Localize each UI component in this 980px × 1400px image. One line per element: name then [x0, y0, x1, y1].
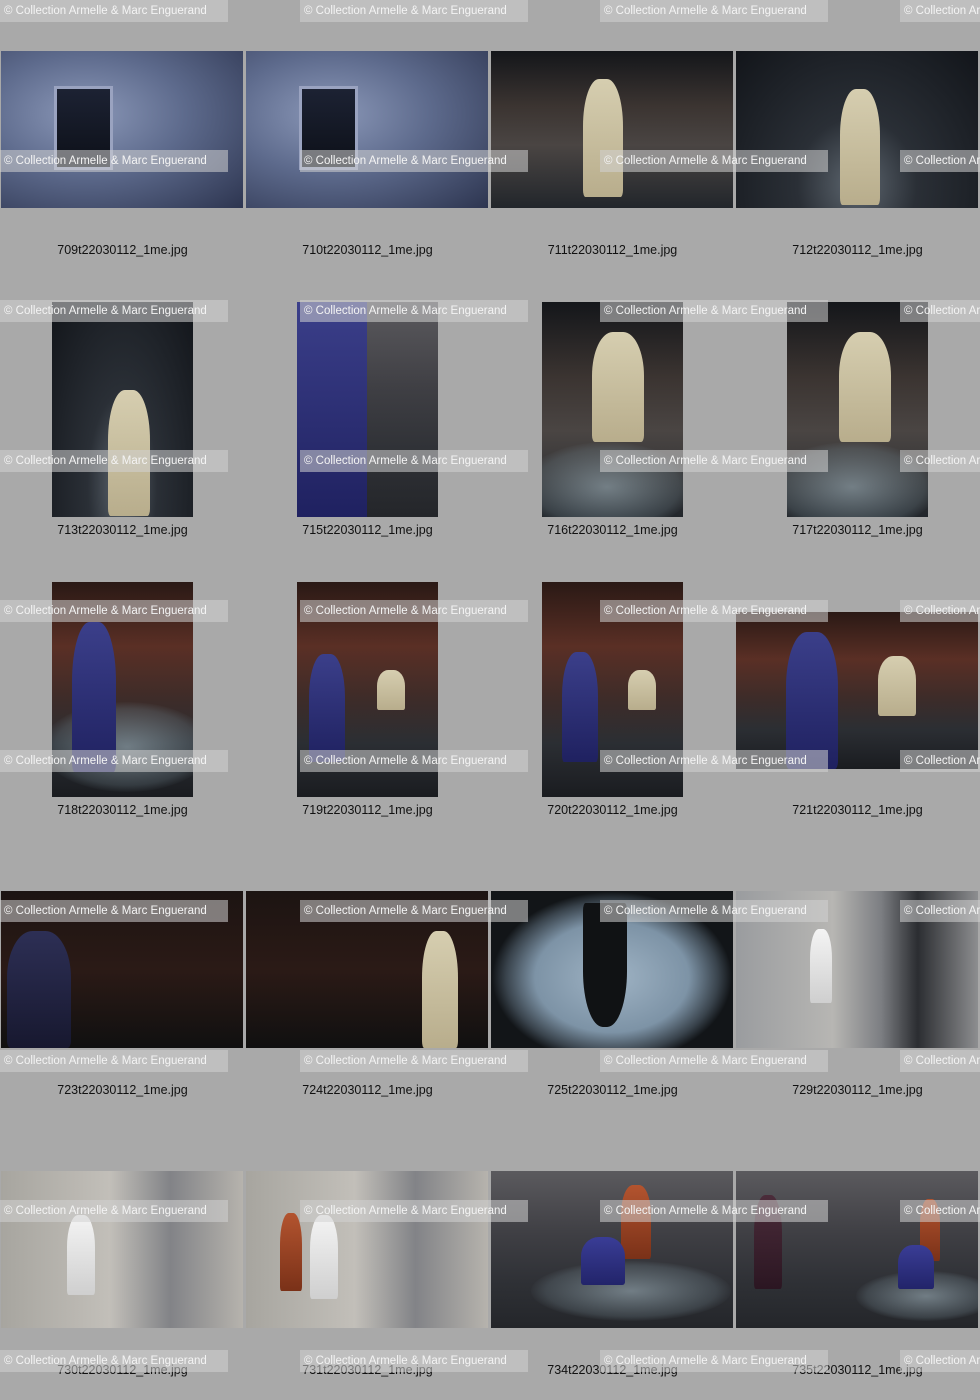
actor-figure	[839, 332, 891, 442]
filename-label: 710t22030112_1me.jpg	[302, 243, 433, 257]
actor-figure	[583, 79, 623, 197]
filename-label: 734t22030112_1me.jpg	[547, 1363, 678, 1377]
watermark-label: © Collection Armelle & Marc Enguerand	[900, 0, 980, 22]
filename-label: 735t22030112_1me.jpg	[792, 1363, 923, 1377]
thumbnail-711[interactable]	[491, 51, 733, 208]
filename-label: 730t22030112_1me.jpg	[57, 1363, 188, 1377]
filename-label: 713t22030112_1me.jpg	[57, 523, 188, 537]
robe-figure	[7, 931, 71, 1048]
thumbnail-723[interactable]	[1, 891, 243, 1048]
filename-label: 711t22030112_1me.jpg	[547, 243, 678, 257]
thumbnail-734[interactable]	[491, 1171, 733, 1328]
thumbnail-715[interactable]	[297, 302, 438, 517]
thumbnail-717[interactable]	[787, 302, 928, 517]
actor-figure	[621, 1185, 651, 1259]
robe-figure	[297, 302, 367, 517]
spotlight	[531, 1261, 731, 1321]
watermark-label: © Collection Armelle & Marc Enguerand	[0, 0, 228, 22]
filename-label: 718t22030112_1me.jpg	[57, 803, 188, 817]
spotlight	[542, 442, 683, 517]
filename-label: 725t22030112_1me.jpg	[547, 1083, 678, 1097]
actor-figure	[810, 929, 832, 1003]
actor-figure	[108, 390, 150, 516]
watermark-label: © Collection Armelle & Marc Enguerand	[0, 1050, 228, 1072]
thumbnail-712[interactable]	[736, 51, 978, 208]
filename-label: 712t22030112_1me.jpg	[792, 243, 923, 257]
filename-label: 709t22030112_1me.jpg	[57, 243, 188, 257]
thumbnail-725[interactable]	[491, 891, 733, 1048]
watermark-label: © Collection Armelle & Marc Enguerand	[600, 0, 828, 22]
thumbnail-721[interactable]	[736, 612, 978, 769]
spotlight	[787, 442, 928, 517]
filename-label: 724t22030112_1me.jpg	[302, 1083, 433, 1097]
actor-figure	[898, 1245, 934, 1289]
thumbnail-724[interactable]	[246, 891, 488, 1048]
actor-figure	[422, 931, 458, 1048]
filename-label: 716t22030112_1me.jpg	[547, 523, 678, 537]
filename-label: 723t22030112_1me.jpg	[57, 1083, 188, 1097]
actor-figure	[310, 1215, 338, 1299]
actor-figure	[581, 1237, 625, 1285]
thumbnail-709[interactable]	[1, 51, 243, 208]
filename-label: 719t22030112_1me.jpg	[302, 803, 433, 817]
filename-label: 717t22030112_1me.jpg	[792, 523, 923, 537]
thumbnail-731[interactable]	[246, 1171, 488, 1328]
thumbnail-716[interactable]	[542, 302, 683, 517]
actor-figure	[67, 1215, 95, 1295]
thumbnail-710[interactable]	[246, 51, 488, 208]
filename-label: 729t22030112_1me.jpg	[792, 1083, 923, 1097]
thumbnail-729[interactable]	[736, 891, 978, 1048]
robe-figure	[786, 632, 838, 769]
actor-figure	[280, 1213, 302, 1291]
thumbnail-713[interactable]	[52, 302, 193, 517]
filename-label: 731t22030112_1me.jpg	[302, 1363, 433, 1377]
actor-figure	[754, 1195, 782, 1289]
actor-figure	[878, 656, 916, 716]
robe-figure	[72, 622, 116, 772]
thumbnail-720[interactable]	[542, 582, 683, 797]
robe-figure	[309, 654, 345, 762]
filename-label: 715t22030112_1me.jpg	[302, 523, 433, 537]
robe-figure	[562, 652, 598, 762]
actor-figure	[840, 89, 880, 205]
thumbnail-730[interactable]	[1, 1171, 243, 1328]
thumbnail-719[interactable]	[297, 582, 438, 797]
filename-label: 720t22030112_1me.jpg	[547, 803, 678, 817]
watermark-label: © Collection Armelle & Marc Enguerand	[300, 1050, 528, 1072]
actor-figure	[628, 670, 656, 710]
shadow-figure	[583, 903, 627, 1027]
thumbnail-735[interactable]	[736, 1171, 978, 1328]
filename-label: 721t22030112_1me.jpg	[792, 803, 923, 817]
thumbnail-718[interactable]	[52, 582, 193, 797]
actor-figure	[377, 670, 405, 710]
actor-figure	[592, 332, 644, 442]
watermark-label: © Collection Armelle & Marc Enguerand	[600, 1050, 828, 1072]
watermark-label: © Collection Armelle & Marc Enguerand	[300, 0, 528, 22]
watermark-label: © Collection Armelle & Marc Enguerand	[900, 1050, 980, 1072]
